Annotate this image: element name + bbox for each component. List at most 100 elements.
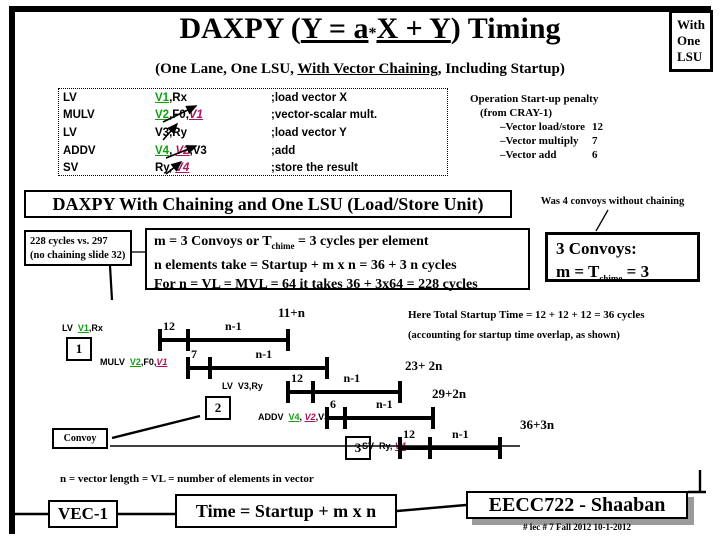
code-row: LV V1,Rx ;load vector X xyxy=(59,89,447,107)
timeline-tick-end xyxy=(286,329,290,351)
timeline-startup-label: 12 xyxy=(291,371,303,385)
timeline-tick-end xyxy=(325,357,329,379)
penalty-value: 12 xyxy=(592,121,603,133)
convoys-line-2-a: m = T xyxy=(556,262,600,281)
operand-text: ,F0, xyxy=(169,109,189,122)
timeline-body-label: n-1 xyxy=(452,427,469,441)
convoys-line-2: m = Tchime = 3 xyxy=(556,260,697,290)
timeline-startup-label: 6 xyxy=(330,397,336,411)
was-4-convoys-note: Was 4 convoys without chaining xyxy=(540,196,685,207)
code-comment: ;load vector X xyxy=(271,91,348,104)
cycles-line-2: (no chaining slide 32) xyxy=(30,250,126,261)
operand-text: ,Rx xyxy=(169,91,187,104)
timeline-opcode: LV xyxy=(62,323,73,333)
penalty-value: 7 xyxy=(592,135,598,147)
page-title: DAXPY (Y = a*X + Y) Timing xyxy=(100,12,640,51)
assembly-code-table: LV V1,Rx ;load vector X MULV V2,F0,V1 ;vector… xyxy=(59,89,447,177)
timeline-startup-label: 7 xyxy=(191,347,197,361)
operand-text: Ry, xyxy=(155,162,176,175)
source-register: V4 xyxy=(175,162,190,175)
page-subtitle: (One Lane, One LSU, With Vector Chaining… xyxy=(60,60,660,78)
timeline-tick-startup-end xyxy=(311,381,315,403)
code-opcode: SV xyxy=(63,162,79,175)
penalty-row: –Vector add 6 xyxy=(470,148,670,162)
slide: DAXPY (Y = a*X + Y) Timing (One Lane, On… xyxy=(0,0,720,540)
timeline-opcode: SV xyxy=(362,441,375,451)
timeline-tick-end xyxy=(398,381,402,403)
formula-line-3: For n = VL = MVL = 64 it takes 36 + 3x64… xyxy=(154,276,478,292)
timeline-body-label: n-1 xyxy=(376,397,393,411)
dest-register: V1 xyxy=(155,91,170,104)
convoy-bracket-label: Convoy xyxy=(52,428,108,449)
formula-line-1-sub: chime xyxy=(271,240,295,251)
code-comment: ;add xyxy=(271,144,296,157)
code-operands: V2,F0,V1 xyxy=(151,107,267,125)
timeline-cumulative-label: 36+3n xyxy=(520,417,555,432)
operand-text: Ry, xyxy=(379,441,395,451)
formula-line-1: m = 3 Convoys or Tchime = 3 cycles per e… xyxy=(154,232,528,256)
lsu-line-2: One xyxy=(677,33,701,48)
timeline-instruction-label: MULV V2,F0,V1 xyxy=(100,357,167,367)
dest-register: V4 xyxy=(155,144,170,157)
code-opcode: LV xyxy=(63,91,77,104)
code-comment: ;store the result xyxy=(271,162,358,175)
title-part-post: ) Timing xyxy=(450,12,561,45)
title-part-y: Y = xyxy=(300,12,354,45)
convoys-line-2-b: = 3 xyxy=(622,262,650,281)
three-convoys-box: 3 Convoys: m = Tchime = 3 xyxy=(545,232,700,283)
operand-text: ,F0, xyxy=(140,357,157,367)
penalty-value: 6 xyxy=(592,149,598,161)
code-row: LV V3,Ry ;load vector Y xyxy=(59,124,447,142)
cycles-comparison-box: 228 cycles vs. 297 (no chaining slide 32… xyxy=(24,230,132,266)
footer-course-box: EECC722 - Shaaban xyxy=(466,491,688,519)
timeline-tick-start xyxy=(325,407,329,429)
code-operands: Ry, V4 xyxy=(151,159,267,177)
code-row: ADDV V4, V2,V3 ;add xyxy=(59,142,447,160)
timeline-startup-label: 12 xyxy=(403,427,415,441)
penalty-row: –Vector load/store 12 xyxy=(470,120,670,134)
code-row: SV Ry, V4 ;store the result xyxy=(59,159,447,177)
footer-meta: # lec # 7 Fall 2012 10-1-2012 xyxy=(523,522,631,532)
timeline-cumulative-label: 11+n xyxy=(278,305,305,320)
source-register: V2 xyxy=(304,412,316,422)
timeline-opcode: MULV xyxy=(100,357,125,367)
total-startup-time-note: Here Total Startup Time = 12 + 12 + 12 =… xyxy=(408,309,645,321)
timeline-bar xyxy=(160,338,288,342)
formula-line-1-b: = 3 cycles per element xyxy=(294,234,429,249)
timeline-opcode: LV xyxy=(222,381,233,391)
timeline-instruction-label: LV V3,Ry xyxy=(222,381,263,391)
operand-text: V3,Ry xyxy=(155,126,187,139)
lsu-line-3: LSU xyxy=(677,49,703,64)
penalty-label: –Vector multiply xyxy=(500,135,579,147)
timeline-tick-start xyxy=(398,437,402,459)
timeline-bar xyxy=(400,446,500,450)
penalty-heading: Operation Start-up penalty xyxy=(470,93,599,105)
timeline-tick-end xyxy=(431,407,435,429)
subtitle-post: , Including Startup) xyxy=(437,61,565,77)
formula-box: m = 3 Convoys or Tchime = 3 cycles per e… xyxy=(145,228,530,292)
with-one-lsu-box: With One LSU xyxy=(669,10,713,72)
operand-tail: ,V3 xyxy=(189,144,207,157)
code-comment: ;load vector Y xyxy=(271,126,347,139)
timeline-instruction-label: ADDV V4, V2,V3 xyxy=(258,412,329,422)
operand-text: ,Rx xyxy=(88,323,103,333)
timeline-opcode: ADDV xyxy=(258,412,284,422)
startup-overlap-note: (accounting for startup time overlap, as… xyxy=(408,330,620,341)
penalty-source: (from CRAY-1) xyxy=(480,107,553,119)
timeline-tick-startup-end xyxy=(208,357,212,379)
source-register: V2 xyxy=(175,144,190,157)
convoys-line-1: 3 Convoys: xyxy=(556,239,637,258)
source-register: V1 xyxy=(188,109,203,122)
operand-text: V3,Ry xyxy=(237,381,263,391)
code-comment: ;vector-scalar mult. xyxy=(271,109,378,122)
code-opcode: LV xyxy=(63,126,77,139)
title-part-pre: DAXPY ( xyxy=(179,12,301,45)
assembly-code-box: LV V1,Rx ;load vector X MULV V2,F0,V1 ;vector… xyxy=(58,88,448,176)
code-opcode: MULV xyxy=(63,109,95,122)
timeline-startup-label: 12 xyxy=(163,319,175,333)
dest-register: V4 xyxy=(288,412,300,422)
cycles-line-1: 228 cycles vs. 297 xyxy=(30,236,108,247)
timeline-tick-start xyxy=(158,329,162,351)
timeline-tick-start xyxy=(186,357,190,379)
timeline-cumulative-label: 29+2n xyxy=(432,386,467,401)
